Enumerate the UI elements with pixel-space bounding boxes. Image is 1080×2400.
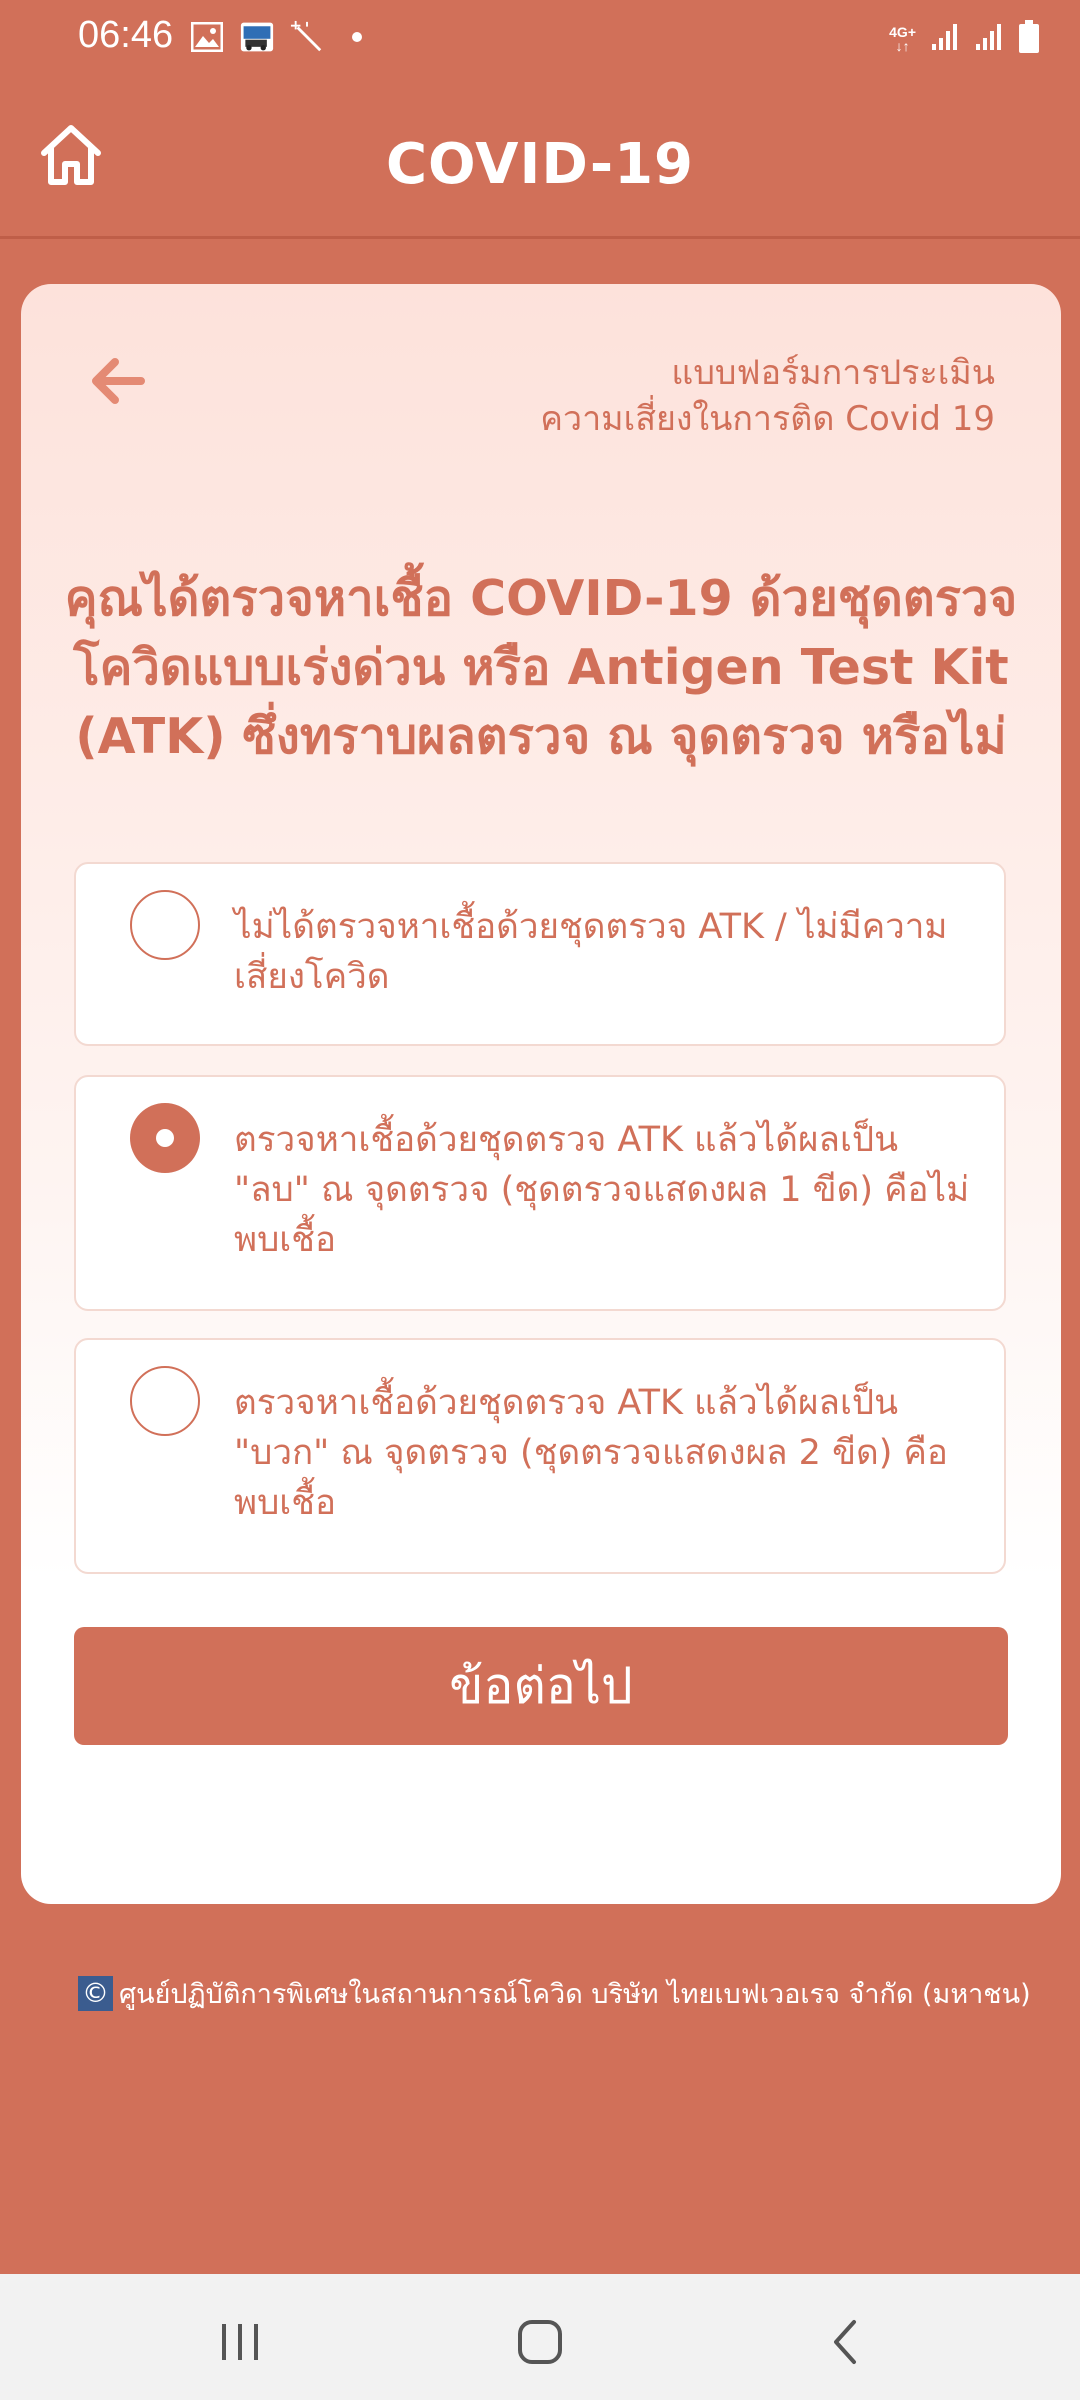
status-left-icons <box>190 20 362 54</box>
assessment-card: แบบฟอร์มการประเมิน ความเสี่ยงในการติด Co… <box>21 284 1061 1904</box>
dot-icon <box>352 32 362 42</box>
radio-button[interactable] <box>130 890 200 960</box>
home-nav-button[interactable] <box>510 2312 570 2372</box>
option-label: ไม่ได้ตรวจหาเชื้อด้วยชุดตรวจ ATK / ไม่มี… <box>234 907 948 997</box>
arrow-left-icon <box>92 358 145 404</box>
question-text: คุณได้ตรวจหาเชื้อ COVID-19 ด้วยชุดตรวจโค… <box>64 570 1018 765</box>
footer-text: ศูนย์ปฏิบัติการพิเศษในสถานการณ์โควิด บริ… <box>119 1979 1031 2010</box>
form-title-line1: แบบฟอร์มการประเมิน <box>671 353 995 393</box>
status-right-icons: 4G+ ↓↑ <box>889 20 1040 58</box>
signal-icon-2 <box>974 22 1004 56</box>
footer: © ศูนย์ปฏิบัติการพิเศษในสถานการณ์โควิด บ… <box>78 1972 1031 2015</box>
option-negative[interactable]: ตรวจหาเชื้อด้วยชุดตรวจ ATK แล้วได้ผลเป็น… <box>74 1075 1006 1311</box>
signal-icon <box>930 22 960 56</box>
back-button[interactable] <box>83 346 153 416</box>
form-title-line2: ความเสี่ยงในการติด Covid 19 <box>540 399 995 439</box>
option-label: ตรวจหาเชื้อด้วยชุดตรวจ ATK แล้วได้ผลเป็น… <box>234 1383 948 1523</box>
system-nav-bar <box>0 2274 1080 2400</box>
form-title: แบบฟอร์มการประเมิน ความเสี่ยงในการติด Co… <box>540 350 995 442</box>
next-button[interactable]: ข้อต่อไป <box>74 1627 1008 1745</box>
back-nav-button[interactable] <box>816 2312 876 2372</box>
option-label: ตรวจหาเชื้อด้วยชุดตรวจ ATK แล้วได้ผลเป็น… <box>234 1120 970 1260</box>
app-title: COVID-19 <box>385 132 695 197</box>
network-type: 4G+ ↓↑ <box>889 24 916 54</box>
option-positive[interactable]: ตรวจหาเชื้อด้วยชุดตรวจ ATK แล้วได้ผลเป็น… <box>74 1338 1006 1574</box>
recent-apps-button[interactable] <box>210 2312 270 2372</box>
radio-button-selected[interactable] <box>130 1103 200 1173</box>
status-bar: 06:46 4G+ ↓↑ <box>0 0 1080 80</box>
home-nav-icon <box>518 2320 562 2364</box>
gallery-icon <box>190 20 224 54</box>
magic-wand-icon <box>290 20 324 54</box>
copyright-symbol: © <box>78 1976 113 2011</box>
battery-icon <box>1018 20 1040 58</box>
app-thumb-icon <box>240 20 274 54</box>
recent-apps-icon <box>222 2324 258 2360</box>
status-time: 06:46 <box>78 14 174 56</box>
radio-button[interactable] <box>130 1366 200 1436</box>
option-no-test[interactable]: ไม่ได้ตรวจหาเชื้อด้วยชุดตรวจ ATK / ไม่มี… <box>74 862 1006 1046</box>
app-bar: COVID-19 <box>0 80 1080 239</box>
back-nav-icon <box>834 2320 856 2364</box>
